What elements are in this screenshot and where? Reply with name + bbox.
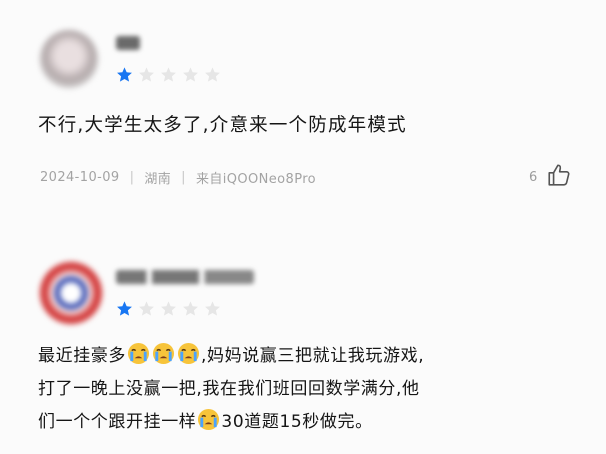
review-card-2: ■■■■■■ 最近挂豪多,妈妈说赢三把就让我玩游戏, 打了一晚上没赢一把,我在我… [0,210,606,454]
crying-emoji-icon [177,342,200,365]
username[interactable]: ■■ [116,36,140,50]
star-icon [183,67,198,82]
meta-separator: | [181,170,186,185]
review-text-line: 们一个个跟开挂一样 30道题15秒做完。 [38,406,424,439]
star-icon [161,67,176,82]
star-icon [139,301,154,316]
review-text-line: 最近挂豪多 ,妈妈说赢三把就让我玩游戏, [38,340,424,373]
review-meta: 2024-10-09 | 湖南 | 来自iQOONeo8Pro [40,168,316,187]
star-icon [117,67,132,82]
avatar[interactable] [40,262,102,324]
review-card-1: ■■ 不行,大学生太多了,介意来一个防成年模式 2024-10-09 | 湖南 … [0,0,606,210]
review-device: 来自iQOONeo8Pro [195,172,317,187]
crying-emoji-icon [127,342,150,365]
star-icon [205,301,220,316]
review-text: 最近挂豪多 ,妈妈说赢三把就让我玩游戏, 打了一晚上没赢一把,我在我们班回回数学满… [38,340,424,439]
review-location: 湖南 [144,172,172,187]
like-count: 6 [529,170,538,185]
star-icon [205,67,220,82]
star-rating [116,66,221,83]
crying-emoji-icon [198,408,220,431]
review-text: 不行,大学生太多了,介意来一个防成年模式 [38,115,407,136]
star-rating [116,300,221,317]
username[interactable]: ■■■■■■ [116,270,254,284]
star-icon [139,67,154,82]
avatar[interactable] [40,30,98,88]
thumbs-up-icon[interactable] [546,162,572,188]
star-icon [183,301,198,316]
crying-emoji-icon [152,342,175,365]
review-date: 2024-10-09 [40,170,120,185]
meta-separator: | [129,170,135,185]
star-icon [117,301,132,316]
review-text-line: 打了一晚上没赢一把,我在我们班回回数学满分,他 [38,379,420,399]
star-icon [161,301,176,316]
